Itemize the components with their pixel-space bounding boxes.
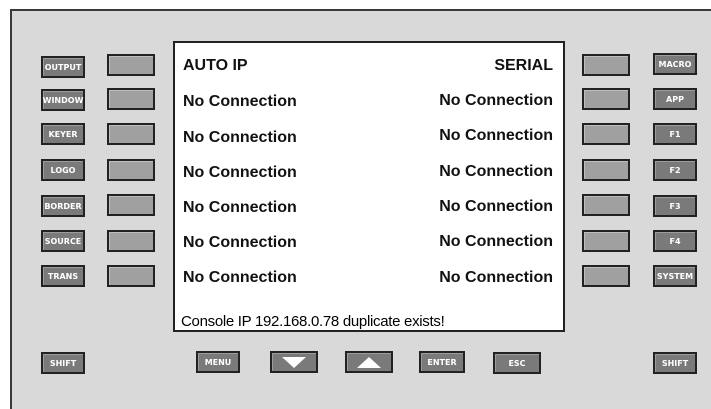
output-button[interactable]: OUTPUT bbox=[41, 56, 85, 78]
menu-button[interactable]: MENU bbox=[196, 351, 240, 373]
left-soft-key-6[interactable] bbox=[107, 230, 155, 252]
right-soft-key-1[interactable] bbox=[582, 54, 630, 76]
right-soft-key-2[interactable] bbox=[582, 88, 630, 110]
source-button[interactable]: SOURCE bbox=[41, 230, 85, 252]
auto-ip-status-5: No Connection bbox=[183, 234, 297, 251]
left-soft-key-7[interactable] bbox=[107, 265, 155, 287]
shift-right-button[interactable]: SHIFT bbox=[653, 352, 697, 374]
app-button[interactable]: APP bbox=[653, 88, 697, 110]
serial-header: SERIAL bbox=[494, 57, 553, 74]
up-arrow-icon bbox=[357, 356, 381, 368]
right-soft-key-6[interactable] bbox=[582, 230, 630, 252]
left-soft-key-3[interactable] bbox=[107, 123, 155, 145]
lcd-screen: AUTO IP SERIAL No Connection No Connecti… bbox=[173, 41, 565, 332]
auto-ip-status-4: No Connection bbox=[183, 199, 297, 216]
left-soft-key-4[interactable] bbox=[107, 159, 155, 181]
serial-status-6: No Connection bbox=[439, 269, 553, 286]
auto-ip-status-6: No Connection bbox=[183, 269, 297, 286]
f2-button[interactable]: F2 bbox=[653, 159, 697, 181]
right-soft-key-7[interactable] bbox=[582, 265, 630, 287]
down-arrow-icon bbox=[282, 356, 306, 368]
auto-ip-header: AUTO IP bbox=[183, 57, 248, 74]
serial-status-4: No Connection bbox=[439, 198, 553, 215]
duplicate-ip-message: Console IP 192.168.0.78 duplicate exists… bbox=[181, 313, 445, 330]
window-button[interactable]: WINDOW bbox=[41, 89, 85, 111]
f4-button[interactable]: F4 bbox=[653, 230, 697, 252]
logo-button[interactable]: LOGO bbox=[41, 159, 85, 181]
left-soft-key-5[interactable] bbox=[107, 194, 155, 216]
f3-button[interactable]: F3 bbox=[653, 195, 697, 217]
auto-ip-status-1: No Connection bbox=[183, 93, 297, 110]
right-soft-key-5[interactable] bbox=[582, 194, 630, 216]
auto-ip-status-2: No Connection bbox=[183, 129, 297, 146]
serial-status-5: No Connection bbox=[439, 233, 553, 250]
trans-button[interactable]: TRANS bbox=[41, 265, 85, 287]
macro-button[interactable]: MACRO bbox=[653, 53, 697, 75]
esc-button[interactable]: ESC bbox=[493, 352, 541, 374]
right-soft-key-3[interactable] bbox=[582, 123, 630, 145]
system-button[interactable]: SYSTEM bbox=[653, 265, 697, 287]
down-button[interactable] bbox=[270, 351, 318, 373]
f1-button[interactable]: F1 bbox=[653, 123, 697, 145]
auto-ip-status-3: No Connection bbox=[183, 164, 297, 181]
serial-status-2: No Connection bbox=[439, 127, 553, 144]
enter-button[interactable]: ENTER bbox=[419, 351, 465, 373]
right-soft-key-4[interactable] bbox=[582, 159, 630, 181]
left-soft-key-1[interactable] bbox=[107, 54, 155, 76]
left-soft-key-2[interactable] bbox=[107, 88, 155, 110]
shift-left-button[interactable]: SHIFT bbox=[41, 352, 85, 374]
serial-status-3: No Connection bbox=[439, 163, 553, 180]
serial-status-1: No Connection bbox=[439, 92, 553, 109]
keyer-button[interactable]: KEYER bbox=[41, 123, 85, 145]
border-button[interactable]: BORDER bbox=[41, 195, 85, 217]
up-button[interactable] bbox=[345, 351, 393, 373]
